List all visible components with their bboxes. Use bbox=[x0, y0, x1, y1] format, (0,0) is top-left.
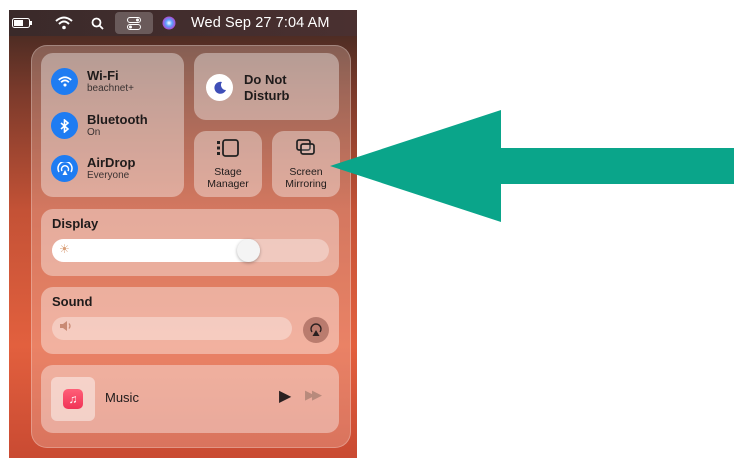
display-title: Display bbox=[52, 216, 99, 231]
display-slider-knob[interactable] bbox=[237, 239, 260, 262]
bluetooth-label: Bluetooth bbox=[87, 112, 148, 127]
wifi-label: Wi-Fi bbox=[87, 68, 119, 83]
display-module: Display ☀ bbox=[41, 209, 339, 276]
airdrop-label: AirDrop bbox=[87, 155, 136, 170]
now-playing-module: ♫ Music ▶ ▶▶ bbox=[41, 365, 339, 433]
control-center-panel: Wi-Fi beachnet+ Bluetooth On AirDrop Eve… bbox=[31, 45, 351, 448]
airplay-audio-icon[interactable] bbox=[303, 317, 329, 343]
album-artwork[interactable]: ♫ bbox=[51, 377, 95, 421]
speaker-icon bbox=[59, 320, 73, 335]
connectivity-module: Wi-Fi beachnet+ Bluetooth On AirDrop Eve… bbox=[41, 53, 184, 197]
siri-icon[interactable] bbox=[159, 10, 179, 36]
sound-title: Sound bbox=[52, 294, 93, 309]
airdrop-icon bbox=[51, 155, 78, 182]
bluetooth-status: On bbox=[87, 127, 101, 138]
menubar-clock[interactable]: Wed Sep 27 7:04 AM bbox=[191, 10, 351, 36]
airdrop-status: Everyone bbox=[87, 170, 130, 181]
stage-manager-label: Stage Manager bbox=[207, 166, 249, 190]
now-playing-app-label: Music bbox=[105, 390, 139, 405]
display-slider-fill bbox=[52, 239, 260, 262]
arrow-pointer-icon bbox=[330, 110, 734, 222]
stage-manager-tile[interactable]: Stage Manager bbox=[194, 131, 262, 197]
bluetooth-icon bbox=[51, 112, 78, 139]
sun-icon: ☀ bbox=[59, 242, 70, 256]
play-icon[interactable]: ▶ bbox=[279, 386, 291, 406]
sound-module: Sound bbox=[41, 287, 339, 354]
screenshot-panel: Wed Sep 27 7:04 AM Wi-Fi beachnet+ Bluet… bbox=[9, 10, 357, 458]
wifi-network-name: beachnet+ bbox=[87, 83, 134, 94]
sound-volume-slider[interactable] bbox=[52, 317, 292, 340]
battery-icon[interactable] bbox=[11, 10, 33, 36]
wifi-icon bbox=[51, 68, 78, 95]
fast-forward-icon[interactable]: ▶▶ bbox=[305, 387, 322, 403]
music-note-icon: ♫ bbox=[63, 389, 83, 409]
wifi-toggle[interactable]: Wi-Fi beachnet+ bbox=[51, 68, 134, 95]
control-center-icon[interactable] bbox=[115, 12, 153, 34]
stage-manager-icon bbox=[194, 138, 262, 158]
do-not-disturb-tile[interactable]: Do Not Disturb bbox=[194, 53, 339, 120]
bluetooth-toggle[interactable]: Bluetooth On bbox=[51, 112, 148, 139]
airdrop-toggle[interactable]: AirDrop Everyone bbox=[51, 155, 135, 182]
do-not-disturb-label: Do Not Disturb bbox=[244, 72, 290, 103]
display-brightness-slider[interactable]: ☀ bbox=[52, 239, 329, 262]
search-icon[interactable] bbox=[87, 10, 107, 36]
moon-icon bbox=[206, 74, 233, 101]
wifi-icon[interactable] bbox=[53, 10, 75, 36]
menu-bar: Wed Sep 27 7:04 AM bbox=[9, 10, 357, 36]
